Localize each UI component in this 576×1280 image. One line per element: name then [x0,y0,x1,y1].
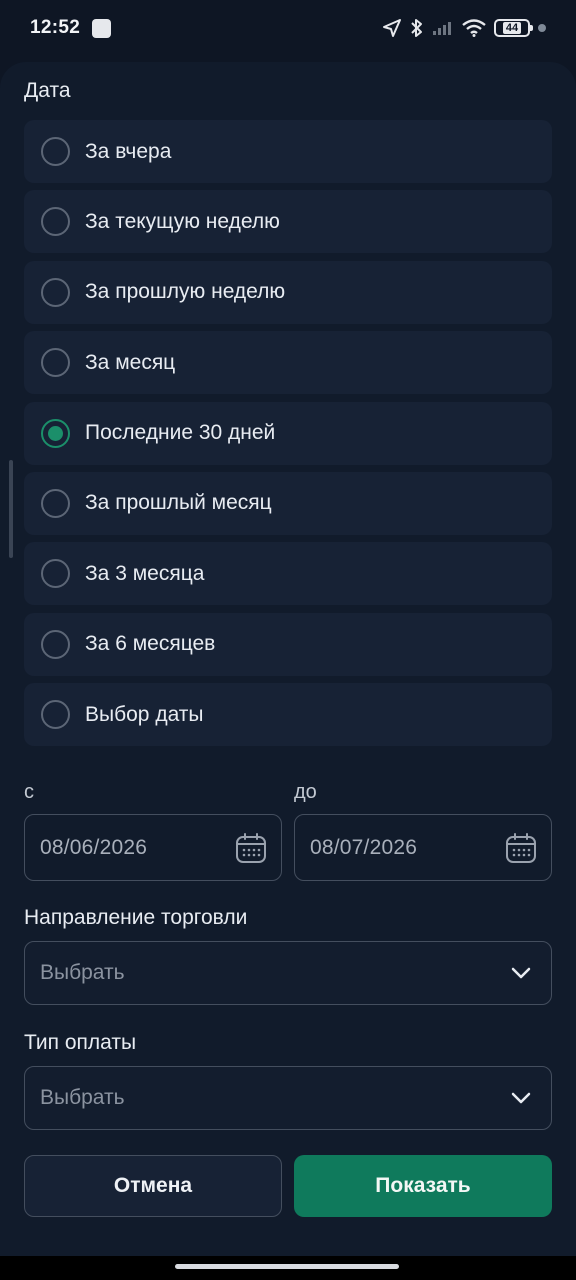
from-label: с [24,781,34,803]
date-option-label: За прошлую неделю [85,280,286,304]
wifi-icon [462,19,486,37]
date-option-label: За месяц [85,350,176,374]
date-options-list: За вчера За текущую неделю За прошлую неде… [24,120,552,754]
radio-unselected-icon[interactable] [41,137,70,166]
date-option-label: Последние 30 дней [85,421,276,445]
bluetooth-icon [411,19,422,37]
from-date-field[interactable]: 08/06/2026 [24,814,282,881]
date-option-label: За вчера [85,139,172,163]
cellular-signal-icon [433,22,451,35]
status-bar: 12:52 44 [0,0,576,56]
radio-unselected-icon[interactable] [41,488,70,518]
cancel-button[interactable]: Отмена [24,1155,282,1217]
date-option[interactable]: За прошлую неделю [24,260,552,324]
notification-app-icon [92,18,112,38]
status-dot-icon [538,24,546,32]
location-arrow-icon [383,19,401,37]
radio-dot [48,425,63,441]
date-option-label: Выбор даты [85,702,204,726]
date-option-label: За текущую неделю [85,209,280,233]
navigation-bar [0,1256,576,1280]
date-option[interactable]: Последние 30 дней [24,401,552,465]
to-date-field[interactable]: 08/07/2026 [294,814,552,881]
date-option[interactable]: За прошлый месяц [24,471,552,535]
date-section-title: Дата [24,79,71,102]
date-option-label: За 6 месяцев [85,632,216,656]
radio-unselected-icon[interactable] [41,207,70,237]
show-button[interactable]: Показать [294,1155,552,1217]
to-label: до [294,781,317,803]
scrollbar[interactable] [9,460,13,558]
from-date-value: 08/06/2026 [40,835,148,859]
battery-level: 44 [502,22,522,34]
date-option[interactable]: За 3 месяца [24,542,552,606]
radio-unselected-icon[interactable] [41,700,70,730]
chevron-down-icon [511,967,531,979]
radio-unselected-icon[interactable] [41,348,70,378]
payment-type-title: Тип оплаты [24,1031,137,1054]
to-date-value: 08/07/2026 [310,835,418,859]
calendar-icon[interactable] [235,832,267,864]
payment-type-select[interactable]: Выбрать [24,1066,552,1130]
date-option[interactable]: За текущую неделю [24,190,552,254]
date-option[interactable]: За 6 месяцев [24,612,552,676]
radio-unselected-icon[interactable] [41,559,70,589]
radio-unselected-icon[interactable] [41,277,70,307]
calendar-icon[interactable] [505,832,537,864]
chevron-down-icon [511,1092,531,1104]
status-icons: 44 [382,18,546,38]
radio-selected-icon[interactable] [41,418,70,448]
status-time: 12:52 [30,17,81,38]
battery-icon: 44 [494,19,533,37]
trade-direction-select[interactable]: Выбрать [24,941,552,1005]
date-option-label: За прошлый месяц [85,491,272,515]
radio-unselected-icon[interactable] [41,629,70,659]
trade-direction-placeholder: Выбрать [40,961,125,984]
date-option-label: За 3 месяца [85,561,205,585]
home-indicator[interactable] [175,1264,399,1269]
payment-type-placeholder: Выбрать [40,1086,125,1109]
date-option[interactable]: За вчера [24,120,552,183]
trade-direction-title: Направление торговли [24,906,248,929]
date-option[interactable]: За месяц [24,331,552,395]
date-option[interactable]: Выбор даты [24,683,552,747]
